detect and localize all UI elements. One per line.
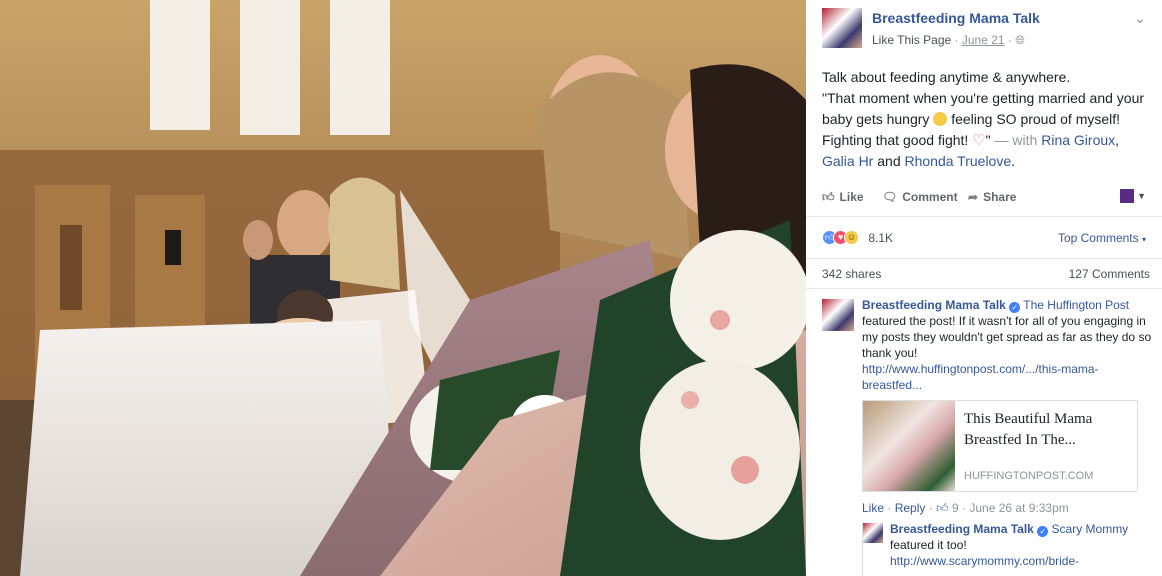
- tagged-person-1[interactable]: Rina Giroux: [1041, 132, 1115, 148]
- post-as-selector[interactable]: ▼: [1119, 188, 1146, 203]
- reply-link[interactable]: http://www.scarymommy.com/bride-: [890, 554, 1079, 568]
- post-photo[interactable]: [0, 0, 806, 576]
- like-button[interactable]: 👍︎ Like: [822, 190, 864, 205]
- reply-mention[interactable]: Scary Mommy: [1052, 522, 1129, 536]
- post-meta: Like This Page · June 21 · 🌐︎: [872, 33, 1025, 48]
- verified-badge-icon: ✓: [1037, 526, 1049, 537]
- meta-separator: ·: [962, 501, 966, 515]
- caret-down-icon: ▾: [1141, 235, 1146, 244]
- reply-text: featured it too!: [890, 538, 967, 552]
- reply-author[interactable]: Breastfeeding Mama Talk: [890, 522, 1034, 536]
- share-icon: ➦: [968, 190, 979, 204]
- link-preview-thumbnail: [863, 401, 955, 491]
- top-comments-filter[interactable]: Top Comments ▾: [1058, 231, 1146, 245]
- caret-down-icon: ▼: [1137, 190, 1146, 201]
- comma: ,: [1115, 132, 1120, 148]
- comment-icon: 🗨︎: [882, 190, 898, 204]
- link-preview-source: HUFFINGTONPOST.COM: [964, 470, 1094, 482]
- page-avatar[interactable]: [822, 8, 862, 48]
- comment-body: Breastfeeding Mama Talk ✓ The Huffington…: [862, 297, 1152, 393]
- heart-emoji-icon: ♡: [972, 132, 986, 149]
- comments-count[interactable]: 127 Comments: [1069, 267, 1150, 281]
- reply-author-avatar[interactable]: [863, 523, 883, 543]
- reply-item: Breastfeeding Mama Talk ✓ Scary Mommy fe…: [862, 521, 1152, 576]
- post-header: Breastfeeding Mama Talk Like This Page ·…: [806, 0, 1162, 56]
- comment-like-count[interactable]: 9: [952, 501, 959, 515]
- share-button[interactable]: ➦ Share: [968, 190, 1016, 204]
- comment-like-button[interactable]: Like: [862, 501, 884, 515]
- page-name[interactable]: Breastfeeding Mama Talk: [872, 10, 1040, 26]
- comment-meta: Like · Reply · 👍︎ 9 · June 26 at 9:33pm: [862, 501, 1069, 516]
- link-preview-card[interactable]: This Beautiful Mama Breastfed In The... …: [862, 400, 1138, 492]
- comment-author-avatar[interactable]: [822, 299, 854, 331]
- thumbs-up-icon: 👍︎: [936, 501, 949, 515]
- post-text-line1: Talk about feeding anytime & anywhere.: [822, 69, 1071, 85]
- post-actions: 👍︎ Like 🗨︎ Comment ➦ Share ▼: [806, 186, 1162, 212]
- thumbs-up-icon: 👍︎: [822, 190, 835, 204]
- globe-icon: 🌐︎: [1015, 33, 1025, 47]
- chevron-down-icon[interactable]: ⌄: [1134, 10, 1146, 27]
- verified-badge-icon: ✓: [1009, 302, 1021, 313]
- divider: [806, 258, 1162, 259]
- reactions-summary[interactable]: 👍︎ ♥ ☺ 8.1K: [822, 230, 893, 248]
- wedding-photo: [0, 0, 806, 576]
- post-date[interactable]: June 21: [962, 33, 1005, 47]
- comment-reply-button[interactable]: Reply: [895, 501, 926, 515]
- haha-reaction-icon: ☺: [844, 230, 859, 246]
- comment-mention[interactable]: The Huffington Post: [1023, 298, 1129, 312]
- shares-count[interactable]: 342 shares: [822, 267, 881, 281]
- photo-viewer: Breastfeeding Mama Talk Like This Page ·…: [0, 0, 1162, 576]
- meta-separator: ·: [887, 501, 892, 515]
- share-label: Share: [983, 190, 1017, 204]
- post-text-close-quote: ": [985, 132, 991, 148]
- meta-separator: ·: [954, 33, 959, 47]
- top-comments-label: Top Comments: [1057, 231, 1139, 245]
- post-text: Talk about feeding anytime & anywhere. "…: [806, 56, 1162, 172]
- tagged-person-3[interactable]: Rhonda Truelove: [905, 153, 1012, 169]
- comment-link[interactable]: http://www.huffingtonpost.com/.../this-m…: [862, 362, 1099, 392]
- meta-separator: ·: [928, 501, 933, 515]
- and-label: and: [877, 153, 901, 169]
- like-page-link[interactable]: Like This Page: [872, 33, 951, 47]
- with-label: — with: [994, 132, 1038, 148]
- link-preview-title: This Beautiful Mama Breastfed In The...: [964, 411, 1093, 448]
- comment-timestamp[interactable]: June 26 at 9:33pm: [969, 501, 1068, 515]
- smile-emoji-icon: [933, 112, 948, 126]
- profile-avatar-icon: [1119, 188, 1134, 203]
- divider: [806, 216, 1162, 217]
- comment-text: featured the post! If it wasn't for all …: [862, 314, 1152, 360]
- like-label: Like: [839, 190, 864, 204]
- reaction-count: 8.1K: [868, 230, 894, 245]
- divider: [806, 288, 1162, 289]
- tagged-person-2[interactable]: Galia Hr: [822, 153, 873, 169]
- period: .: [1011, 153, 1016, 169]
- comment-label: Comment: [902, 190, 958, 204]
- meta-separator: ·: [1007, 33, 1012, 47]
- comment-button[interactable]: 🗨︎ Comment: [882, 190, 958, 204]
- reply-body: Breastfeeding Mama Talk ✓ Scary Mommy fe…: [890, 521, 1140, 569]
- comment-author[interactable]: Breastfeeding Mama Talk: [862, 298, 1006, 312]
